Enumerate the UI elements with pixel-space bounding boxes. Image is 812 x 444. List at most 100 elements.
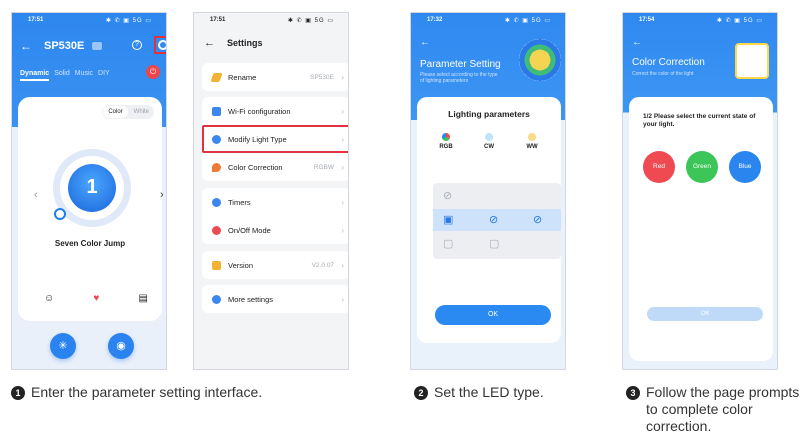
status-bar: 17:51 ✱ ✆ ▣ 5G ▭ <box>194 13 348 27</box>
settings-item-wifi[interactable]: Wi-Fi configuration › <box>202 97 348 125</box>
settings-item-label: Timers <box>228 197 251 207</box>
ok-button-disabled[interactable]: OK <box>647 307 763 321</box>
settings-item-onoff-mode[interactable]: On/Off Mode › <box>202 216 348 244</box>
segment-color[interactable]: Color <box>103 106 128 118</box>
status-icons: ✱ ✆ ▣ 5G ▭ <box>504 17 551 24</box>
page-title: Settings <box>227 38 263 48</box>
settings-highlight-box <box>154 36 166 54</box>
page-title: Parameter Setting <box>420 59 501 70</box>
chevron-right-icon: › <box>341 294 344 304</box>
type-label: RGB <box>439 144 453 150</box>
settings-group-more: More settings › <box>202 285 348 313</box>
tab-dynamic[interactable]: Dynamic <box>20 70 50 81</box>
blue-option[interactable]: Blue <box>729 151 761 183</box>
mode-card: Color White ‹ › 1 Seven Color Jump ☺ ♥ ▤ <box>18 97 164 321</box>
red-option[interactable]: Red <box>643 151 675 183</box>
mode-preview: 1 <box>68 164 116 212</box>
ok-button[interactable]: OK <box>435 305 551 325</box>
settings-item-value: RGBW <box>313 163 334 171</box>
disabled-option-icon[interactable]: ⊘ <box>489 213 498 226</box>
chevron-right-icon: › <box>341 225 344 235</box>
phone-settings-page: 17:51 ✱ ✆ ▣ 5G ▭ ← Settings Rename SP530… <box>193 12 349 370</box>
wifi-icon <box>212 106 221 116</box>
heart-icon[interactable]: ♥ <box>93 293 99 304</box>
mode-actions: ☺ ♥ ▤ <box>44 293 148 304</box>
status-time: 17:51 <box>210 17 226 23</box>
back-arrow-icon[interactable]: ← <box>204 37 215 49</box>
page-subtitle: Correct the color of the light <box>632 71 694 77</box>
led-strip-icon[interactable]: ▢ <box>489 237 499 250</box>
step-1-caption: 1 Enter the parameter setting interface. <box>11 384 351 401</box>
back-arrow-icon[interactable]: ← <box>420 37 430 48</box>
green-option[interactable]: Green <box>686 151 718 183</box>
settings-item-label: Wi-Fi configuration <box>228 106 291 116</box>
color-white-toggle[interactable]: Color White <box>102 105 154 119</box>
chevron-left-icon[interactable]: ‹ <box>34 189 38 201</box>
settings-item-label: Rename <box>228 72 257 82</box>
power-icon <box>212 225 221 235</box>
speed-button[interactable]: ◉ <box>108 333 134 359</box>
pencil-icon <box>210 72 223 82</box>
settings-item-timers[interactable]: Timers › <box>202 188 348 216</box>
chevron-right-icon: › <box>341 162 344 172</box>
device-title: SP530E <box>44 40 85 52</box>
tab-solid[interactable]: Solid <box>54 70 70 81</box>
settings-item-more[interactable]: More settings › <box>202 285 348 313</box>
chevron-right-icon: › <box>341 106 344 116</box>
settings-group-time: Timers › On/Off Mode › <box>202 188 348 244</box>
settings-item-label: Color Correction <box>228 162 283 172</box>
step-3-number: 3 <box>626 386 640 400</box>
segment-white[interactable]: White <box>129 106 154 118</box>
status-icons: ✱ ✆ ▣ 5G ▭ <box>287 17 334 24</box>
color-wheel-illustration <box>519 39 561 81</box>
clock-icon <box>212 197 221 207</box>
tab-music[interactable]: Music <box>75 70 93 81</box>
correction-question: 1/2 Please select the current state of y… <box>643 113 756 128</box>
power-button[interactable]: ⏻ <box>146 65 160 79</box>
disabled-option-icon[interactable]: ⊘ <box>533 213 542 226</box>
dial-knob[interactable] <box>54 208 66 220</box>
phone-color-correction-page: 17:54 ✱ ✆ ▣ 5G ▭ ← Color Correction Corr… <box>622 12 778 370</box>
smiley-icon[interactable]: ☺ <box>44 293 54 304</box>
step-2-number: 2 <box>414 386 428 400</box>
rgb-icon <box>442 133 450 141</box>
disabled-option-icon[interactable]: ⊘ <box>443 189 452 202</box>
chevron-right-icon[interactable]: › <box>160 189 164 201</box>
led-strip-icon[interactable]: ▣ <box>443 213 453 226</box>
led-strip-icon[interactable]: ▢ <box>443 237 453 250</box>
settings-item-label: On/Off Mode <box>228 225 271 235</box>
settings-item-value: SP530E <box>310 73 334 81</box>
status-bar: 17:32 ✱ ✆ ▣ 5G ▭ <box>411 13 565 27</box>
back-arrow-icon[interactable]: ← <box>20 39 32 53</box>
mode-dial[interactable]: 1 <box>53 149 131 227</box>
type-label: WW <box>526 144 538 150</box>
settings-item-version[interactable]: Version V2.0.07 › <box>202 251 348 279</box>
status-bar: 17:51 ✱ ✆ ▣ 5G ▭ <box>12 13 166 27</box>
settings-item-rename[interactable]: Rename SP530E › <box>202 63 348 91</box>
brightness-button[interactable]: ✳ <box>50 333 76 359</box>
step-2-text: Set the LED type. <box>434 384 544 400</box>
status-time: 17:51 <box>28 17 44 23</box>
tab-diy[interactable]: DIY <box>98 70 110 81</box>
color-options: Red Green Blue <box>643 151 761 183</box>
help-icon[interactable]: ? <box>132 40 142 50</box>
led-type-header: RGB CW WW <box>435 133 543 150</box>
status-bar: 17:54 ✱ ✆ ▣ 5G ▭ <box>623 13 777 27</box>
version-icon <box>212 260 221 270</box>
warm-white-icon <box>528 133 536 141</box>
type-cw: CW <box>478 133 500 150</box>
page-title: Color Correction <box>632 57 705 68</box>
lighting-parameters-card: Lighting parameters RGB CW WW ⊘ ▣ ⊘ ⊘ ▢ … <box>417 97 561 343</box>
phone-device-page: 17:51 ✱ ✆ ▣ 5G ▭ ← SP530E ? Dynamic Soli… <box>11 12 167 370</box>
settings-item-label: More settings <box>228 294 274 304</box>
list-icon[interactable]: ▤ <box>139 293 148 304</box>
settings-item-color-correction[interactable]: Color Correction RGBW › <box>202 153 348 181</box>
cool-white-icon <box>485 133 493 141</box>
settings-item-label: Version <box>228 260 254 270</box>
status-icons: ✱ ✆ ▣ 5G ▭ <box>716 17 763 24</box>
status-time: 17:54 <box>639 17 655 23</box>
back-arrow-icon[interactable]: ← <box>632 37 642 48</box>
settings-item-value: V2.0.07 <box>311 261 334 269</box>
gear-icon[interactable] <box>158 40 166 50</box>
chevron-right-icon: › <box>341 260 344 270</box>
